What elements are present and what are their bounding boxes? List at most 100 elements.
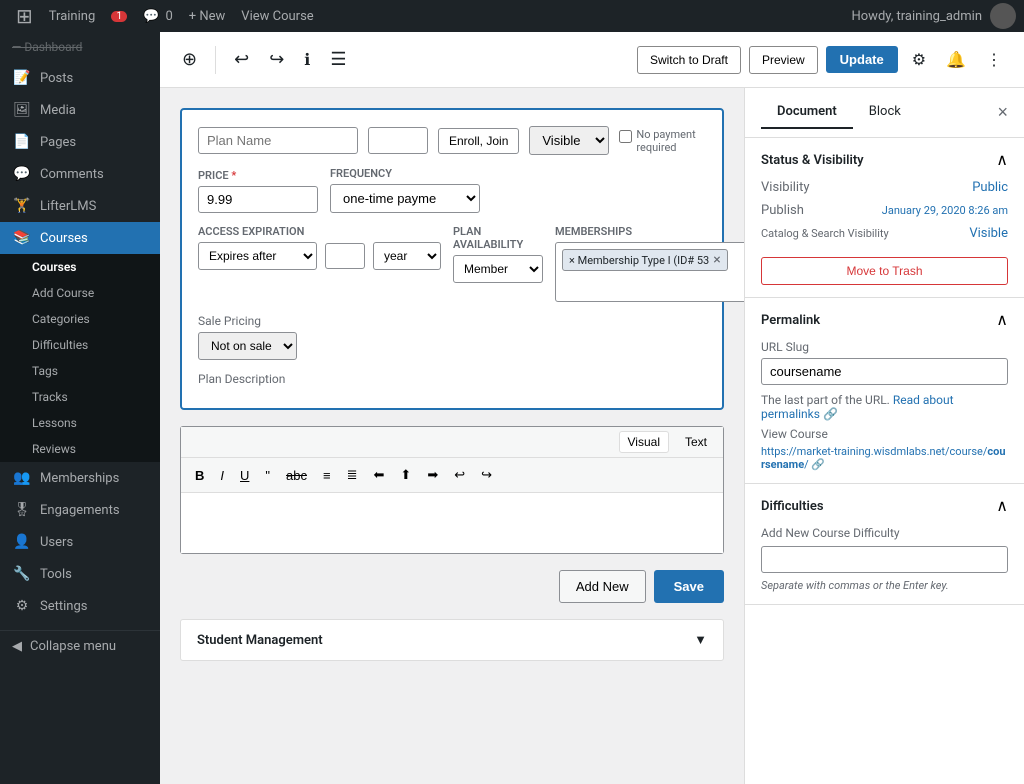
add-difficulty-label: Add New Course Difficulty <box>761 526 1008 540</box>
sidebar-item-lifterlms[interactable]: 🏋 LifterLMS <box>0 190 160 222</box>
wp-logo[interactable]: ⊞ <box>8 0 41 32</box>
visibility-select[interactable]: Visible Hidden <box>529 126 609 155</box>
sidebar-submenu-tracks[interactable]: Tracks <box>0 384 160 410</box>
strikethrough-button[interactable]: abc <box>280 465 313 486</box>
remove-membership-tag[interactable]: × <box>713 252 720 268</box>
sidebar-item-comments[interactable]: 💬 Comments <box>0 158 160 190</box>
expiry-number-input[interactable] <box>325 243 365 269</box>
frequency-select[interactable]: one-time payme monthly yearly <box>330 184 480 213</box>
add-new-plan-button[interactable]: Add New <box>559 570 646 603</box>
sidebar-submenu-courses[interactable]: Courses <box>0 254 160 280</box>
text-tab[interactable]: Text <box>677 431 715 453</box>
lessons-label: Lessons <box>32 416 77 430</box>
blockquote-button[interactable]: " <box>259 465 276 486</box>
student-management-chevron: ▼ <box>694 632 707 648</box>
difficulty-input[interactable] <box>761 546 1008 573</box>
unordered-list-button[interactable]: ≡ <box>317 465 337 486</box>
visibility-meta-label: Visibility <box>761 180 810 195</box>
update-button[interactable]: Update <box>826 46 898 73</box>
underline-button[interactable]: U <box>234 465 255 486</box>
comment-count[interactable]: 💬 0 <box>135 0 181 32</box>
sidebar-submenu-reviews[interactable]: Reviews <box>0 436 160 462</box>
wp-editor-body[interactable] <box>181 493 723 553</box>
sidebar-item-users[interactable]: 👤 Users <box>0 526 160 558</box>
add-block-button[interactable]: ⊕ <box>176 43 203 76</box>
sidebar-close-button[interactable]: × <box>997 102 1008 123</box>
sidebar-item-courses[interactable]: 📚 Courses <box>0 222 160 254</box>
list-view-button[interactable]: ☰ <box>324 43 352 76</box>
visual-tab[interactable]: Visual <box>619 431 669 453</box>
sidebar-item-engagements[interactable]: 🎖 Engagements <box>0 494 160 526</box>
redo-button[interactable]: ↪ <box>263 43 290 76</box>
sidebar-submenu-add-course[interactable]: Add Course <box>0 280 160 306</box>
sidebar-item-media[interactable]: 🖼 Media <box>0 94 160 126</box>
settings-icon: ⚙ <box>12 598 32 614</box>
memberships-label: Memberships <box>555 225 744 238</box>
sidebar-bell-button[interactable]: 🔔 <box>940 44 972 76</box>
italic-button[interactable]: I <box>214 465 230 486</box>
ordered-list-button[interactable]: ≣ <box>341 464 364 486</box>
switch-to-draft-button[interactable]: Switch to Draft <box>637 46 741 74</box>
plan-enroll-fee-input[interactable] <box>368 127 428 154</box>
tags-label: Tags <box>32 364 58 378</box>
info-button[interactable]: ℹ <box>298 44 316 76</box>
update-label: Update <box>840 52 884 67</box>
plan-name-input[interactable] <box>198 127 358 154</box>
block-tab[interactable]: Block <box>853 96 917 129</box>
status-visibility-toggle[interactable]: ∧ <box>996 150 1008 170</box>
bold-button[interactable]: B <box>189 465 210 486</box>
sidebar-submenu-tags[interactable]: Tags <box>0 358 160 384</box>
sidebar-submenu-lessons[interactable]: Lessons <box>0 410 160 436</box>
lifterlms-label: LifterLMS <box>40 199 96 214</box>
permalink-toggle[interactable]: ∧ <box>996 310 1008 330</box>
publish-value[interactable]: January 29, 2020 8:26 am <box>882 204 1008 217</box>
sidebar-item-memberships[interactable]: 👥 Memberships <box>0 462 160 494</box>
new-content-button[interactable]: + New <box>181 0 234 32</box>
move-to-trash-button[interactable]: Move to Trash <box>761 257 1008 285</box>
dashboard-item[interactable]: — Dashboard <box>0 32 160 62</box>
price-input[interactable] <box>198 186 318 213</box>
notification-count[interactable]: 1 <box>103 0 135 32</box>
view-course-link[interactable]: View Course <box>233 0 321 32</box>
external-icon: 🔗 <box>811 458 825 471</box>
align-left-button[interactable]: ⬅ <box>368 464 391 486</box>
membership-tag: × Membership Type I (ID# 53 × <box>562 249 728 271</box>
difficulties-section-label: Difficulties <box>761 499 824 514</box>
pages-label: Pages <box>40 135 76 150</box>
undo-editor-button[interactable]: ↩ <box>448 464 471 486</box>
sidebar-collapse-button[interactable]: ◀ Collapse menu <box>0 630 160 662</box>
view-course-url[interactable]: https://market-training.wisdmlabs.net/co… <box>761 445 1008 471</box>
expires-after-select[interactable]: Expires after Lifetime Access <box>198 242 317 270</box>
sidebar-item-tools[interactable]: 🔧 Tools <box>0 558 160 590</box>
difficulties-toggle[interactable]: ∧ <box>996 496 1008 516</box>
url-slug-input[interactable] <box>761 358 1008 385</box>
toolbar-separator-1 <box>215 46 216 74</box>
sidebar-submenu-categories[interactable]: Categories <box>0 306 160 332</box>
more-options-button[interactable]: ⋮ <box>980 44 1008 76</box>
preview-button[interactable]: Preview <box>749 46 818 74</box>
sidebar-item-settings[interactable]: ⚙ Settings <box>0 590 160 622</box>
align-right-button[interactable]: ➡ <box>421 464 444 486</box>
sale-pricing-select[interactable]: Not on sale On sale <box>198 332 297 360</box>
visibility-value[interactable]: Public <box>972 180 1008 195</box>
expiry-unit-select[interactable]: year month day <box>373 242 441 270</box>
catalog-value[interactable]: Visible <box>969 226 1008 241</box>
sidebar-submenu-difficulties[interactable]: Difficulties <box>0 332 160 358</box>
no-payment-checkbox[interactable] <box>619 130 632 143</box>
undo-button[interactable]: ↩ <box>228 43 255 76</box>
memberships-box[interactable]: × Membership Type I (ID# 53 × <box>555 242 744 302</box>
comment-count-text: 0 <box>165 9 172 24</box>
sidebar-item-pages[interactable]: 📄 Pages <box>0 126 160 158</box>
sidebar-item-posts[interactable]: 📝 Posts <box>0 62 160 94</box>
price-label: Price * <box>198 169 318 182</box>
redo-editor-button[interactable]: ↪ <box>475 464 498 486</box>
sidebar-settings-button[interactable]: ⚙ <box>906 44 932 76</box>
site-name[interactable]: Training <box>41 0 103 32</box>
student-management-header[interactable]: Student Management ▼ <box>181 620 723 660</box>
plan-availability-select[interactable]: Member Open <box>453 255 543 283</box>
enroll-join-button[interactable]: Enroll, Join <box>438 128 519 154</box>
document-tab[interactable]: Document <box>761 96 853 129</box>
save-plan-button[interactable]: Save <box>654 570 724 603</box>
memberships-label: Memberships <box>40 471 119 486</box>
align-center-button[interactable]: ⬆ <box>394 464 417 486</box>
